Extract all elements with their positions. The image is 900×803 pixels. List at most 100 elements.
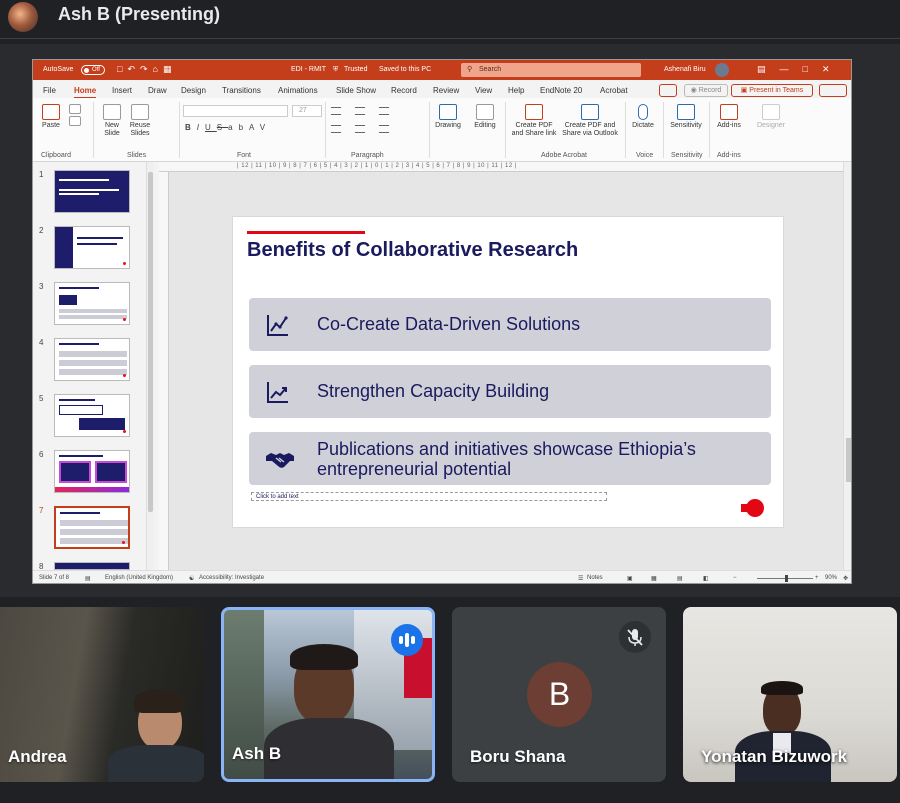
brand-logo: [741, 499, 764, 517]
font-size-box[interactable]: 27: [292, 105, 322, 117]
paste-button[interactable]: Paste: [39, 104, 63, 130]
tab-draw[interactable]: Draw: [148, 86, 167, 95]
autosave-label: AutoSave: [43, 66, 74, 73]
speaking-indicator-icon: [391, 624, 423, 656]
tab-slide-show[interactable]: Slide Show: [336, 86, 376, 95]
tab-help[interactable]: Help: [508, 86, 524, 95]
group-divider: [93, 102, 94, 158]
italic-icon: I: [196, 123, 206, 132]
slide[interactable]: Benefits of Collaborative Research Co-Cr…: [232, 216, 784, 528]
benefit-card-3[interactable]: Publications and initiatives showcase Et…: [249, 432, 771, 485]
participant-tile-ash-b[interactable]: Ash B: [221, 607, 435, 782]
presenter-avatar[interactable]: [8, 2, 38, 32]
sensitivity-button[interactable]: Sensitivity: [667, 104, 705, 130]
fit-slide-icon[interactable]: ✥: [843, 575, 848, 582]
tab-review[interactable]: Review: [433, 86, 459, 95]
drawing-button[interactable]: Drawing: [433, 104, 463, 130]
zoom-out-icon[interactable]: −: [733, 575, 737, 581]
zoom-in-icon[interactable]: +: [815, 575, 819, 581]
benefit-card-2[interactable]: Strengthen Capacity Building: [249, 365, 771, 418]
tab-animations[interactable]: Animations: [278, 86, 318, 95]
slideshow-icon[interactable]: ◧: [703, 575, 709, 582]
participant-tile-andrea[interactable]: Andrea: [0, 607, 204, 782]
pdf-outlook-icon: [581, 104, 599, 120]
slide-thumbnail-4[interactable]: [54, 338, 130, 381]
quick-access-icons[interactable]: □↶↷⌂▦: [117, 64, 176, 75]
slide-thumbnail-1[interactable]: [54, 170, 130, 213]
slide-thumbnail-8[interactable]: [54, 562, 130, 570]
align-center-icon[interactable]: [355, 125, 365, 133]
search-input[interactable]: ⚲ Search: [461, 63, 641, 77]
align-right-icon[interactable]: [379, 125, 389, 133]
canvas-scrollbar[interactable]: [843, 162, 851, 570]
create-pdf-link-button[interactable]: Create PDF and Share link: [509, 104, 559, 138]
create-pdf-outlook-button[interactable]: Create PDF and Share via Outlook: [561, 104, 619, 138]
bullets-icon[interactable]: [331, 107, 341, 115]
window-controls[interactable]: ▤—□✕: [757, 64, 844, 75]
participant-tile-boru-shana[interactable]: B Boru Shana: [452, 607, 666, 782]
tab-insert[interactable]: Insert: [112, 86, 132, 95]
font-name-box[interactable]: [183, 105, 288, 117]
paste-icon: [42, 104, 60, 120]
tab-view[interactable]: View: [475, 86, 492, 95]
slide-thumbnail-7[interactable]: [54, 506, 130, 549]
slide-sorter-icon[interactable]: ▦: [651, 575, 657, 582]
search-icon: ⚲: [467, 66, 473, 73]
reading-view-icon[interactable]: ▤: [677, 575, 683, 582]
editing-label: Editing: [474, 122, 496, 129]
spellcheck-icon[interactable]: ▤: [85, 575, 91, 582]
tab-design[interactable]: Design: [181, 86, 206, 95]
addins-button[interactable]: Add-ins: [713, 104, 745, 130]
zoom-slider-knob[interactable]: [785, 575, 788, 582]
tab-endnote[interactable]: EndNote 20: [540, 86, 582, 95]
record-button[interactable]: ◉ Record: [684, 84, 728, 97]
participant-name: Ash B: [232, 744, 282, 763]
reuse-slides-button[interactable]: Reuse Slides: [127, 104, 153, 138]
benefit-card-1[interactable]: Co-Create Data-Driven Solutions: [249, 298, 771, 351]
participant-video: [264, 718, 394, 779]
slide-thumbnail-6[interactable]: [54, 450, 130, 493]
new-slide-button[interactable]: New Slide: [99, 104, 125, 138]
present-in-teams-button[interactable]: ▣ Present in Teams: [731, 84, 813, 97]
tab-acrobat[interactable]: Acrobat: [600, 86, 628, 95]
scrollbar-thumb[interactable]: [148, 172, 153, 512]
dictate-button[interactable]: Dictate: [629, 104, 657, 130]
numbering-icon[interactable]: [355, 107, 365, 115]
designer-button[interactable]: Designer: [753, 104, 789, 130]
vertical-ruler: [159, 172, 169, 570]
zoom-level[interactable]: 90%: [825, 575, 837, 581]
thumb-number: 4: [39, 338, 44, 347]
bold-icon: B: [185, 123, 197, 132]
new-slide-icon: [103, 104, 121, 120]
language-status[interactable]: English (United Kingdom): [105, 575, 173, 581]
reuse-slides-label: Reuse Slides: [129, 122, 151, 137]
tab-transitions[interactable]: Transitions: [222, 86, 261, 95]
user-avatar[interactable]: [715, 63, 729, 77]
tab-file[interactable]: File: [43, 86, 56, 95]
accessibility-status[interactable]: Accessibility: Investigate: [199, 575, 264, 581]
tab-record[interactable]: Record: [391, 86, 417, 95]
participant-tile-yonatan-bizuwork[interactable]: Yonatan Bizuwork: [683, 607, 897, 782]
thumbnails-scrollbar[interactable]: [146, 162, 154, 570]
comments-button[interactable]: [659, 84, 677, 97]
notes-placeholder[interactable]: Click to add text: [251, 492, 607, 501]
autosave-toggle[interactable]: Off: [81, 65, 105, 75]
tab-home[interactable]: Home: [74, 86, 97, 99]
align-left-icon[interactable]: [331, 125, 341, 133]
share-button[interactable]: [819, 84, 847, 97]
scrollbar-thumb[interactable]: [846, 438, 851, 482]
normal-view-icon[interactable]: ▣: [627, 575, 633, 582]
slide-thumbnail-3[interactable]: [54, 282, 130, 325]
indent-icon[interactable]: [379, 107, 389, 115]
group-addins: Add-ins: [717, 152, 741, 159]
font-format-buttons[interactable]: BIUSabAV: [185, 123, 271, 132]
notes-button[interactable]: Notes: [587, 575, 603, 581]
find-icon: [476, 104, 494, 120]
editing-button[interactable]: Editing: [471, 104, 499, 130]
notes-icon: ☰: [578, 576, 584, 582]
slide-thumbnail-5[interactable]: [54, 394, 130, 437]
slide-title[interactable]: Benefits of Collaborative Research: [247, 239, 578, 262]
minimize-icon: —: [779, 64, 803, 74]
cut-copy-buttons[interactable]: [67, 104, 83, 128]
slide-thumbnail-2[interactable]: [54, 226, 130, 269]
